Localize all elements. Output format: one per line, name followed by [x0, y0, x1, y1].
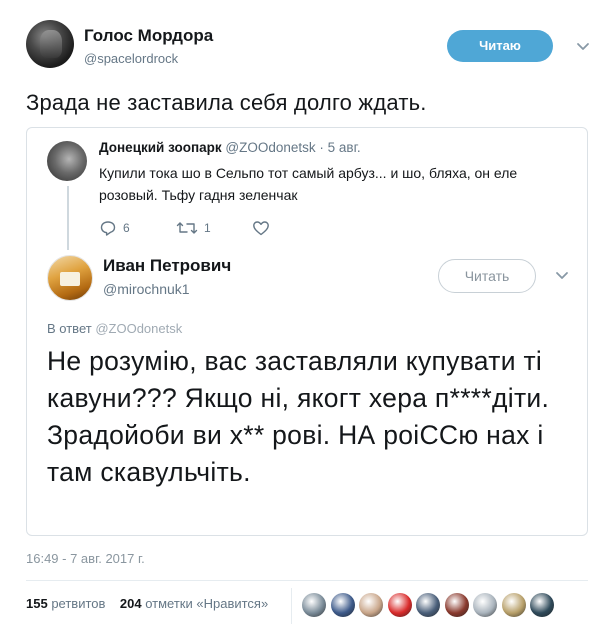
- liker-avatar[interactable]: [359, 593, 383, 617]
- retweets-count: 155: [26, 596, 48, 611]
- quoted-author-name: Донецкий зоопарк: [99, 140, 222, 155]
- in-reply-to-handle[interactable]: @ZOOdonetsk: [95, 321, 182, 336]
- liker-avatar[interactable]: [473, 593, 497, 617]
- quoted-author-avatar[interactable]: [47, 141, 87, 181]
- reply-author-avatar[interactable]: [47, 255, 93, 301]
- retweet-icon: [176, 222, 198, 234]
- tweet-header: Голос Мордора @spacelordrock Читаю: [26, 20, 596, 72]
- reply-follow-button[interactable]: Читать: [438, 259, 536, 293]
- liker-avatar[interactable]: [444, 593, 469, 617]
- heart-icon: [253, 221, 269, 236]
- liker-avatar[interactable]: [302, 593, 326, 617]
- follow-button[interactable]: Читаю: [447, 30, 553, 62]
- liker-avatar[interactable]: [416, 593, 440, 617]
- reply-count: 6: [123, 221, 130, 235]
- reply-author-handle[interactable]: @mirochnuk1: [103, 281, 190, 297]
- tweet-timestamp[interactable]: 16:49 - 7 авг. 2017 г.: [26, 551, 145, 566]
- liker-avatar[interactable]: [330, 593, 355, 617]
- liker-avatar[interactable]: [530, 593, 554, 617]
- retweets-label: ретвитов: [51, 596, 106, 611]
- likes-stat[interactable]: 204 отметки «Нравится»: [120, 596, 268, 611]
- quoted-conversation-card[interactable]: Донецкий зоопарк @ZOOdonetsk · 5 авг. Ку…: [26, 127, 588, 536]
- author-name[interactable]: Голос Мордора: [84, 26, 213, 46]
- retweets-stat[interactable]: 155 ретвитов: [26, 596, 105, 611]
- stats-separator: [291, 588, 292, 624]
- reply-icon: [100, 221, 116, 236]
- reply-tweet-text: Не розумію, вас заставляли купувати ті к…: [47, 346, 550, 487]
- reply-author-name[interactable]: Иван Петрович: [103, 256, 231, 276]
- author-handle[interactable]: @spacelordrock: [84, 51, 178, 66]
- chevron-down-icon[interactable]: [573, 36, 593, 56]
- quoted-tweet-text: Купили тока шо в Сельпо тот самый арбуз.…: [99, 165, 518, 203]
- retweet-count: 1: [204, 221, 211, 235]
- chevron-down-icon[interactable]: [553, 266, 571, 284]
- retweet-action[interactable]: 1: [176, 219, 211, 237]
- reply-action[interactable]: 6: [99, 219, 130, 237]
- liker-avatar[interactable]: [501, 593, 526, 617]
- quoted-author-line[interactable]: Донецкий зоопарк @ZOOdonetsk · 5 авг.: [99, 140, 361, 155]
- in-reply-to: В ответ @ZOOdonetsk: [47, 321, 182, 336]
- likes-label: отметки «Нравится»: [145, 596, 269, 611]
- tweet-text: Зрада не заставила себя долго ждать.: [26, 90, 427, 115]
- tweet-stats: 155 ретвитов 204 отметки «Нравится»: [26, 596, 268, 611]
- likes-count: 204: [119, 596, 142, 611]
- divider: [26, 580, 588, 581]
- in-reply-to-prefix: В ответ: [47, 321, 92, 336]
- thread-connector: [67, 186, 69, 250]
- author-avatar[interactable]: [26, 20, 74, 68]
- like-action[interactable]: [252, 219, 270, 237]
- quoted-handle-date: @ZOOdonetsk · 5 авг.: [225, 140, 361, 155]
- liker-avatar[interactable]: [387, 593, 412, 617]
